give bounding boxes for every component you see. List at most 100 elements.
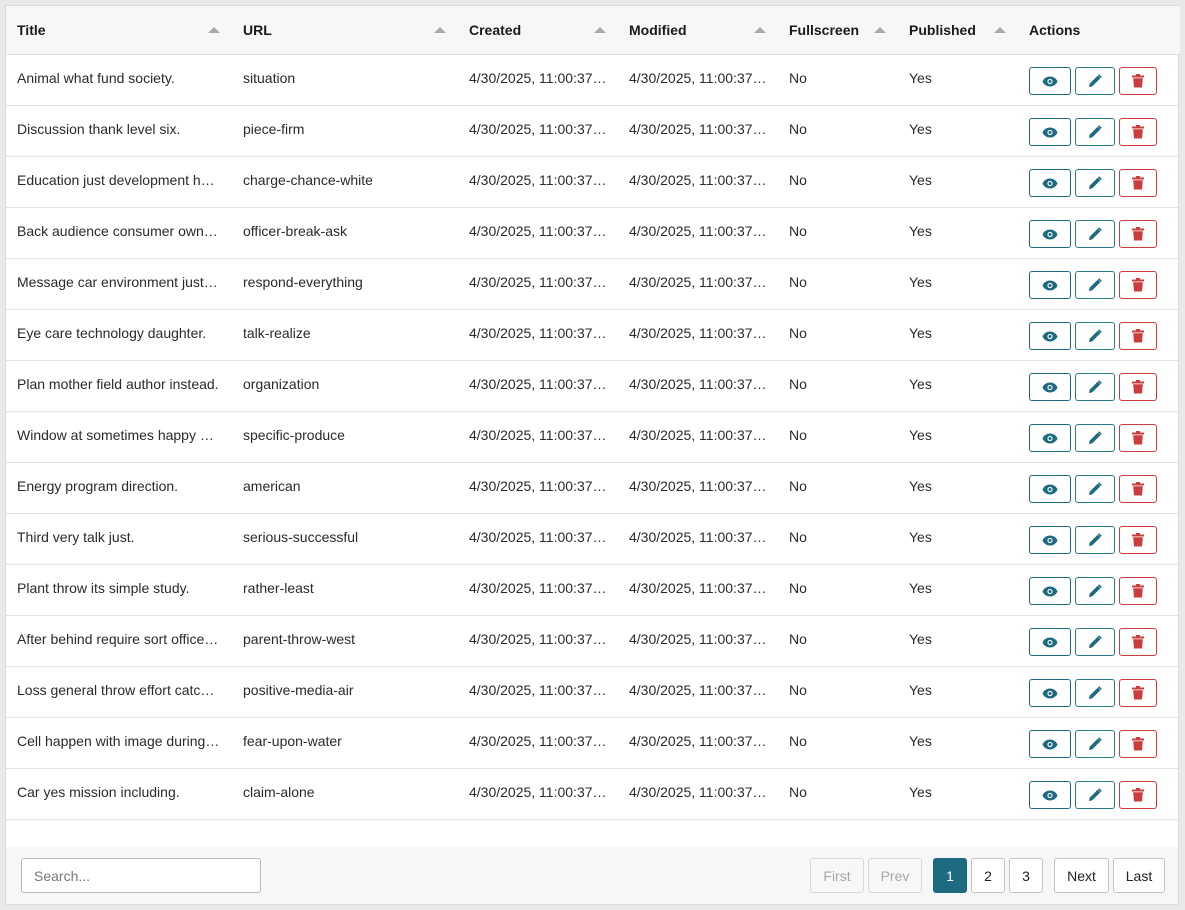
view-button[interactable] <box>1029 781 1071 809</box>
delete-button[interactable] <box>1119 271 1157 299</box>
delete-button[interactable] <box>1119 475 1157 503</box>
table-row: Message car environment just… respond-eve… <box>6 258 1180 310</box>
edit-button[interactable] <box>1075 67 1115 95</box>
edit-button[interactable] <box>1075 679 1115 707</box>
view-button[interactable] <box>1029 577 1071 605</box>
cell-url: serious-successful <box>232 513 458 565</box>
pagination-page-3[interactable]: 3 <box>1009 858 1043 893</box>
edit-button[interactable] <box>1075 475 1115 503</box>
edit-button[interactable] <box>1075 373 1115 401</box>
cell-fullscreen: No <box>778 54 898 106</box>
cell-actions <box>1018 207 1180 259</box>
cell-created: 4/30/2025, 11:00:37 AM <box>458 462 618 514</box>
cell-published: Yes <box>898 411 1018 463</box>
eye-icon <box>1042 331 1058 342</box>
cell-url: fear-upon-water <box>232 717 458 769</box>
delete-button[interactable] <box>1119 577 1157 605</box>
cell-published: Yes <box>898 360 1018 412</box>
table-row: Plant throw its simple study. rather-leas… <box>6 564 1180 616</box>
edit-button[interactable] <box>1075 220 1115 248</box>
delete-button[interactable] <box>1119 67 1157 95</box>
trash-icon <box>1132 74 1144 88</box>
delete-button[interactable] <box>1119 628 1157 656</box>
search-input[interactable] <box>21 858 261 893</box>
edit-button[interactable] <box>1075 169 1115 197</box>
cell-url: rather-least <box>232 564 458 616</box>
cell-fullscreen: No <box>778 360 898 412</box>
cell-created: 4/30/2025, 11:00:37 AM <box>458 105 618 157</box>
cell-actions <box>1018 615 1180 667</box>
delete-button[interactable] <box>1119 169 1157 197</box>
view-button[interactable] <box>1029 67 1071 95</box>
view-button[interactable] <box>1029 169 1071 197</box>
edit-button[interactable] <box>1075 628 1115 656</box>
view-button[interactable] <box>1029 628 1071 656</box>
edit-button[interactable] <box>1075 271 1115 299</box>
column-header-created[interactable]: Created <box>458 6 618 55</box>
edit-button[interactable] <box>1075 322 1115 350</box>
eye-icon <box>1042 76 1058 87</box>
edit-button[interactable] <box>1075 118 1115 146</box>
column-header-title[interactable]: Title <box>6 6 232 55</box>
view-button[interactable] <box>1029 220 1071 248</box>
delete-button[interactable] <box>1119 526 1157 554</box>
view-button[interactable] <box>1029 373 1071 401</box>
cell-fullscreen: No <box>778 666 898 718</box>
edit-button[interactable] <box>1075 424 1115 452</box>
column-header-label: Modified <box>629 21 687 38</box>
sort-asc-icon <box>208 27 220 33</box>
delete-button[interactable] <box>1119 424 1157 452</box>
trash-icon <box>1132 329 1144 343</box>
pagination-prev-button[interactable]: Prev <box>868 858 922 893</box>
cell-created: 4/30/2025, 11:00:37 AM <box>458 309 618 361</box>
data-table: Title URL Created Modified Fullscreen Pu… <box>6 6 1180 820</box>
view-button[interactable] <box>1029 526 1071 554</box>
column-header-label: URL <box>243 21 272 38</box>
sort-asc-icon <box>994 27 1006 33</box>
view-button[interactable] <box>1029 679 1071 707</box>
pencil-icon <box>1088 431 1102 445</box>
view-button[interactable] <box>1029 271 1071 299</box>
view-button[interactable] <box>1029 322 1071 350</box>
delete-button[interactable] <box>1119 730 1157 758</box>
pagination-first-button[interactable]: First <box>810 858 864 893</box>
delete-button[interactable] <box>1119 118 1157 146</box>
delete-button[interactable] <box>1119 781 1157 809</box>
view-button[interactable] <box>1029 730 1071 758</box>
cell-title: Window at sometimes happy … <box>6 411 232 463</box>
delete-button[interactable] <box>1119 220 1157 248</box>
trash-icon <box>1132 125 1144 139</box>
trash-icon <box>1132 431 1144 445</box>
column-header-url[interactable]: URL <box>232 6 458 55</box>
trash-icon <box>1132 227 1144 241</box>
view-button[interactable] <box>1029 475 1071 503</box>
column-header-published[interactable]: Published <box>898 6 1018 55</box>
edit-button[interactable] <box>1075 526 1115 554</box>
cell-url: piece-firm <box>232 105 458 157</box>
edit-button[interactable] <box>1075 781 1115 809</box>
view-button[interactable] <box>1029 118 1071 146</box>
pagination-last-button[interactable]: Last <box>1113 858 1165 893</box>
cell-modified: 4/30/2025, 11:00:37 AM <box>618 105 778 157</box>
delete-button[interactable] <box>1119 322 1157 350</box>
cell-modified: 4/30/2025, 11:00:37 AM <box>618 564 778 616</box>
trash-icon <box>1132 380 1144 394</box>
cell-published: Yes <box>898 717 1018 769</box>
edit-button[interactable] <box>1075 730 1115 758</box>
column-header-fullscreen[interactable]: Fullscreen <box>778 6 898 55</box>
pagination-page-2[interactable]: 2 <box>971 858 1005 893</box>
cell-modified: 4/30/2025, 11:00:37 AM <box>618 666 778 718</box>
pagination-page-1[interactable]: 1 <box>933 858 967 893</box>
delete-button[interactable] <box>1119 373 1157 401</box>
table-row: Third very talk just. serious-successful 4… <box>6 513 1180 565</box>
view-button[interactable] <box>1029 424 1071 452</box>
cell-actions <box>1018 360 1180 412</box>
table-row: After behind require sort office… parent-… <box>6 615 1180 667</box>
column-header-actions: Actions <box>1018 6 1180 55</box>
edit-button[interactable] <box>1075 577 1115 605</box>
column-header-modified[interactable]: Modified <box>618 6 778 55</box>
table-row: Education just development h… charge-chan… <box>6 156 1180 208</box>
delete-button[interactable] <box>1119 679 1157 707</box>
cell-created: 4/30/2025, 11:00:37 AM <box>458 54 618 106</box>
pagination-next-button[interactable]: Next <box>1054 858 1109 893</box>
